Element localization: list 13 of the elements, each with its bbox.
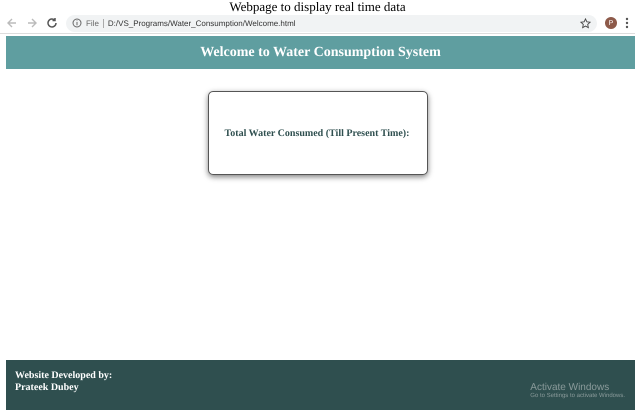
star-icon[interactable] [580, 18, 591, 28]
url-text: D:/VS_Programs/Water_Consumption/Welcome.html [108, 18, 296, 28]
author-name: Prateek Dubey [15, 382, 80, 394]
activation-title: Activate Windows [530, 382, 610, 393]
page-title: Welcome to Water Consumption System [200, 44, 441, 60]
menu-icon[interactable] [625, 17, 629, 29]
total-water-label: Total Water Consumed (Till Present Time): [224, 128, 410, 138]
scheme-label: File [86, 18, 99, 28]
credits-heading: Website Developed by: [15, 370, 112, 382]
caption-text: Webpage to display real time data [229, 0, 406, 13]
info-icon[interactable] [72, 18, 82, 28]
address-bar[interactable]: File D:/VS_Programs/Water_Consumption/Welcome.html [66, 14, 597, 32]
reload-icon[interactable] [46, 17, 58, 29]
